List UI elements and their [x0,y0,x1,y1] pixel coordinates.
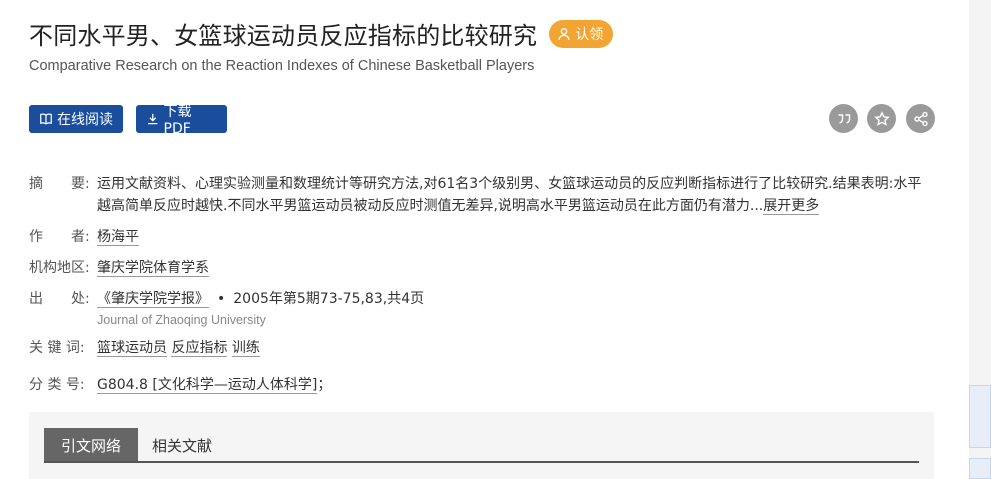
tab-citation-network[interactable]: 引文网络 [44,428,138,462]
source-label: 出 处: [29,291,90,307]
download-pdf-label: 下载PDF [163,104,192,137]
user-icon [558,27,570,40]
keyword-link[interactable]: 训练 [231,340,260,357]
separator-dot: • [217,291,226,307]
title-row: 不同水平男、女篮球运动员反应指标的比较研究 认领 [29,16,614,51]
org-label: 机构地区: [29,260,90,276]
author-label: 作 者: [29,229,90,245]
download-icon [148,113,158,125]
side-widget[interactable] [969,385,991,448]
classification-label: 分 类 号: [29,377,85,393]
keyword-link[interactable]: 篮球运动员 [97,340,167,357]
claim-button[interactable]: 认领 [549,19,614,48]
side-widget[interactable] [969,458,991,479]
keyword-link[interactable]: 反应指标 [171,340,228,357]
author-link[interactable]: 杨海平 [97,229,139,246]
quote-icon [838,113,850,124]
tab-related-literature[interactable]: 相关文献 [152,428,212,462]
share-icon [913,111,928,126]
classification-end: ； [317,377,332,393]
read-online-label: 在线阅读 [57,112,113,128]
book-icon [40,113,52,125]
claim-label: 认领 [575,26,604,43]
favorite-button[interactable] [867,104,896,133]
classification-link[interactable]: G804.8 [文化科学—运动人体科学] [97,377,318,394]
download-pdf-button[interactable]: 下载PDF [136,104,227,137]
share-button[interactable] [906,104,935,133]
star-icon [873,110,890,126]
source-detail: 2005年第5期73-75,83,共4页 [233,291,425,307]
tabs-panel: 引文网络 相关文献 [29,412,934,479]
cite-button[interactable] [829,104,858,133]
read-online-button[interactable]: 在线阅读 [29,105,123,133]
org-link[interactable]: 肇庆学院体育学系 [97,260,209,277]
journal-link[interactable]: 《肇庆学院学报》 [97,291,209,308]
keywords-label: 关 键 词: [29,340,85,356]
english-title: Comparative Research on the Reaction Ind… [29,58,535,74]
expand-more-link[interactable]: 展开更多 [763,198,820,215]
journal-english-name: Journal of Zhaoqing University [97,313,266,327]
page-title: 不同水平男、女篮球运动员反应指标的比较研究 [29,22,538,50]
abstract-label: 摘 要: [29,176,90,192]
tab-underline [44,461,919,463]
abstract-text-wrap: 运用文献资料、心理实验测量和数理统计等研究方法,对61名3个级别男、女篮球运动员… [97,173,933,217]
